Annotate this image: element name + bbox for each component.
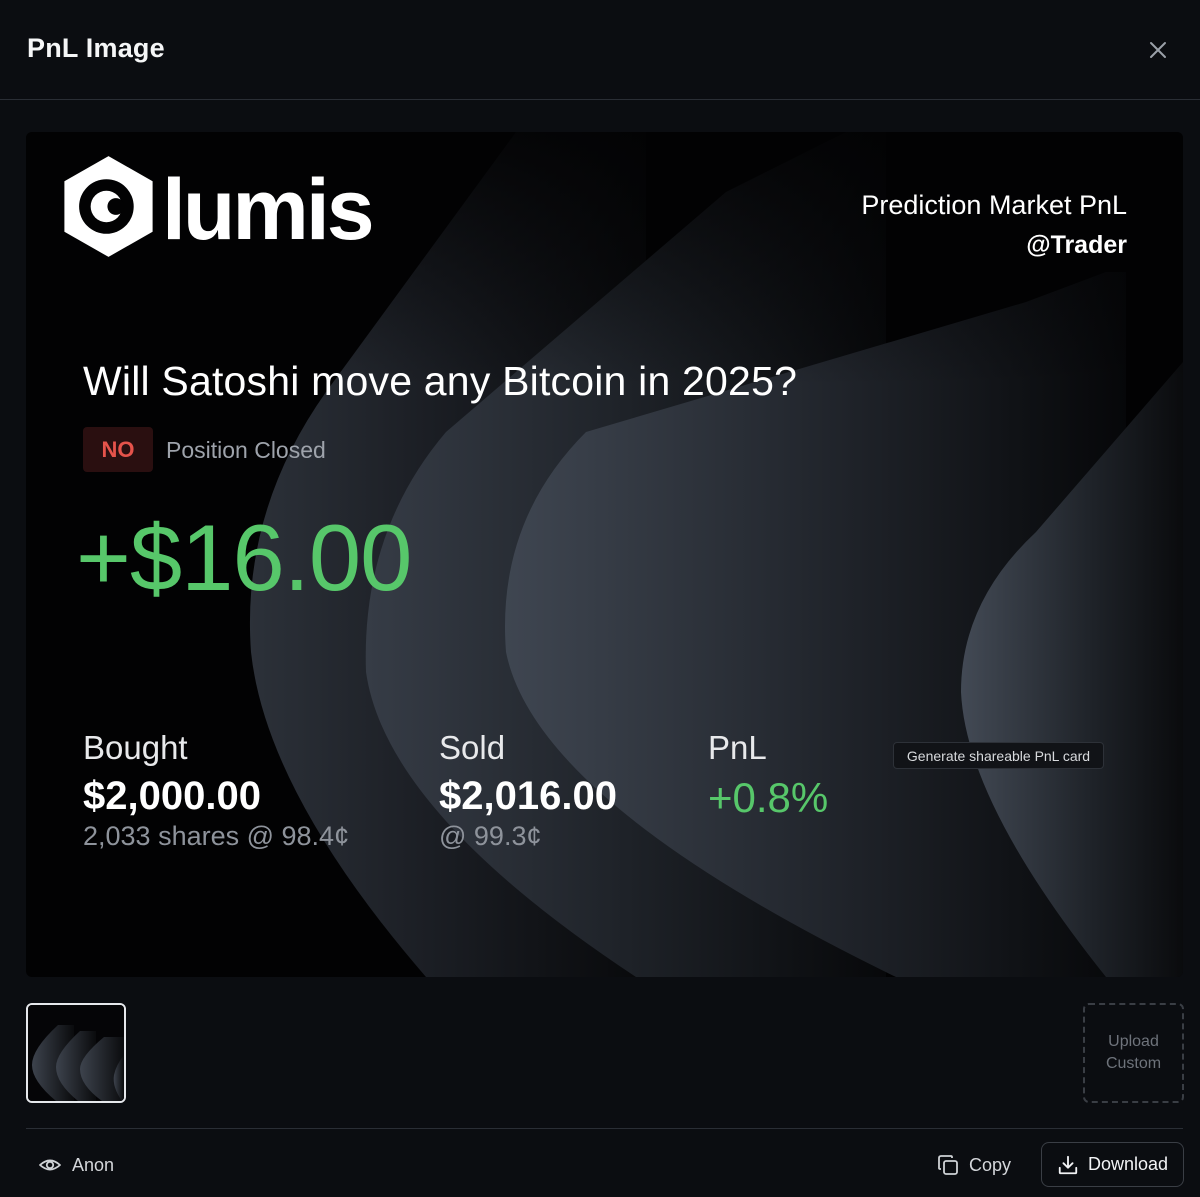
sold-label: Sold [439, 729, 506, 766]
dialog-header: PnL Image [0, 0, 1200, 100]
upload-custom-background-button[interactable]: Upload Custom [1083, 1003, 1184, 1103]
pnl-image-dialog: PnL Image lumis Prediction Market PnL @T… [0, 0, 1200, 1197]
thumbnail-preview-image [28, 1005, 124, 1101]
close-button[interactable] [1142, 34, 1174, 66]
bought-value: $2,000.00 [83, 774, 261, 818]
position-status: Position Closed [166, 437, 326, 463]
dialog-title: PnL Image [27, 33, 165, 63]
pnl-label: PnL [708, 729, 767, 766]
copy-label: Copy [969, 1154, 1012, 1175]
sold-value: $2,016.00 [439, 774, 617, 818]
download-button[interactable]: Download [1041, 1142, 1184, 1187]
pnl-amount: +$16.00 [76, 505, 412, 610]
market-question: Will Satoshi move any Bitcoin in 2025? [83, 358, 798, 404]
download-icon [1058, 1155, 1078, 1174]
anon-label: Anon [72, 1154, 115, 1175]
brand-wordmark: lumis [162, 162, 375, 258]
upload-label-line1: Upload [1108, 1033, 1159, 1050]
background-thumbnail-selected[interactable] [26, 1003, 126, 1103]
trader-handle: @Trader [1026, 231, 1127, 259]
close-icon [1150, 42, 1166, 58]
copy-icon [938, 1155, 958, 1175]
position-side-badge: NO [83, 427, 153, 472]
copy-button[interactable]: Copy [936, 1150, 1011, 1180]
sold-detail: @ 99.3¢ [439, 821, 542, 851]
download-label: Download [1087, 1154, 1169, 1174]
eye-icon [39, 1159, 61, 1171]
footer-divider [26, 1128, 1183, 1129]
pnl-card-preview: lumis Prediction Market PnL @Trader Will… [26, 132, 1183, 977]
bought-detail: 2,033 shares @ 98.4¢ [83, 821, 350, 851]
upload-label-line2: Custom [1105, 1055, 1162, 1072]
bought-label: Bought [83, 729, 188, 766]
lumis-logo-icon [64, 156, 153, 257]
generate-card-tooltip: Generate shareable PnL card [893, 742, 1104, 769]
anon-toggle[interactable]: Anon [38, 1150, 114, 1180]
card-subtitle: Prediction Market PnL [861, 190, 1127, 220]
pnl-percent: +0.8% [708, 774, 829, 821]
